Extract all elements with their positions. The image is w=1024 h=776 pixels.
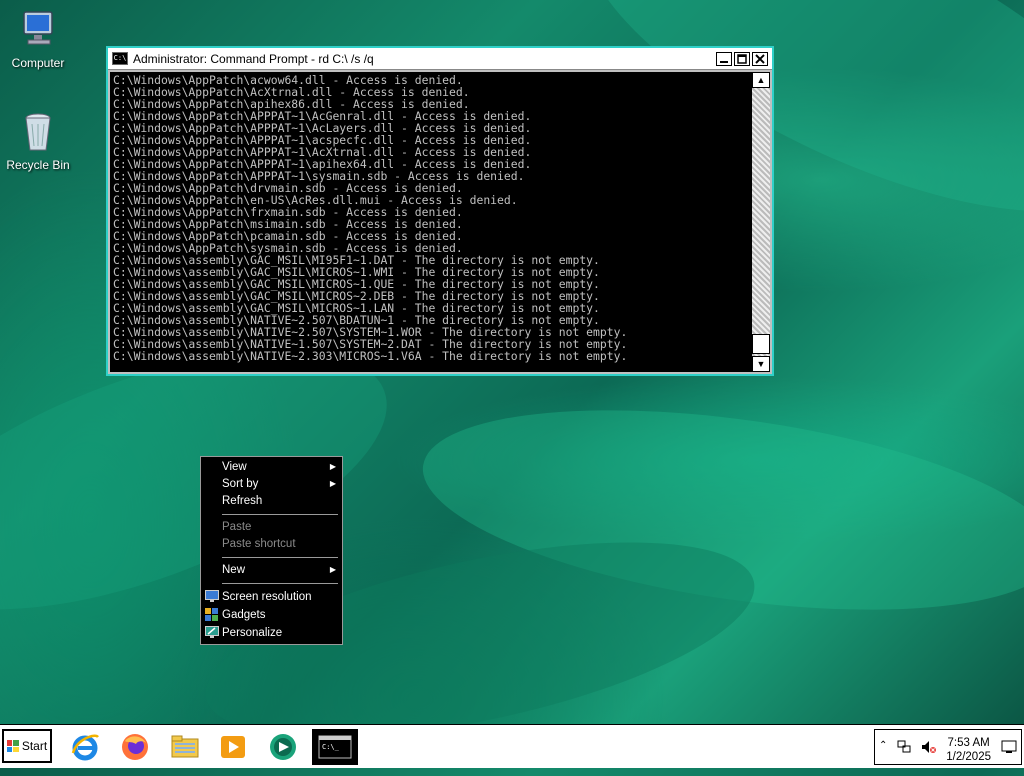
- minimize-button[interactable]: [716, 51, 732, 66]
- desktop-context-menu: View ▶ Sort by ▶ Refresh Paste Paste sho…: [200, 456, 343, 645]
- taskbar-firefox[interactable]: [116, 729, 154, 765]
- media-player-icon: [221, 736, 245, 758]
- menu-item-label: New: [222, 564, 246, 576]
- menu-item-label: Sort by: [222, 478, 259, 490]
- taskbar-command-prompt[interactable]: C:\_: [312, 729, 358, 765]
- show-hidden-icons-chevron-icon[interactable]: ⌃: [879, 740, 887, 751]
- window-title: Administrator: Command Prompt - rd C:\ /…: [133, 51, 374, 66]
- desktop-icon-label: Recycle Bin: [6, 158, 70, 172]
- desktop-icon-label: Computer: [11, 56, 65, 70]
- taskbar-media-player[interactable]: [214, 729, 252, 765]
- system-clock[interactable]: 7:53 AM 1/2/2025: [946, 736, 991, 764]
- taskbar-media-center[interactable]: [264, 729, 302, 765]
- computer-icon: [16, 8, 60, 52]
- desktop-icon-recycle-bin[interactable]: Recycle Bin: [0, 110, 78, 172]
- menu-item-label: Gadgets: [222, 609, 266, 621]
- windows-logo-icon: [6, 740, 19, 752]
- menu-item-refresh[interactable]: Refresh: [201, 492, 342, 510]
- clock-date: 1/2/2025: [946, 751, 991, 763]
- cmd-icon: C:\: [112, 52, 128, 65]
- menu-item-label: Refresh: [222, 495, 263, 507]
- menu-item-label: View: [222, 461, 247, 473]
- menu-item-label: Paste: [222, 521, 252, 533]
- gadgets-icon: [205, 608, 219, 621]
- console-output[interactable]: C:\Windows\AppPatch\acwow64.dll - Access…: [110, 72, 754, 372]
- menu-item-paste[interactable]: Paste: [201, 518, 342, 536]
- media-center-icon: [270, 734, 296, 760]
- arrow-down-icon: ▼: [756, 359, 766, 369]
- network-icon[interactable]: [897, 740, 911, 757]
- console-line: C:\Windows\assembly\NATIVE~2.303\MICROS~…: [113, 349, 628, 363]
- submenu-arrow-icon: ▶: [329, 479, 336, 488]
- menu-item-paste-shortcut[interactable]: Paste shortcut: [201, 535, 342, 553]
- notification-area: ⌃ 7:53 AM 1/2/2025: [874, 729, 1022, 765]
- command-prompt-icon: C:\_: [318, 735, 352, 759]
- internet-explorer-icon: [71, 734, 99, 761]
- menu-item-new[interactable]: New ▶: [201, 561, 342, 579]
- maximize-button[interactable]: [734, 51, 750, 66]
- command-prompt-window[interactable]: C:\ Administrator: Command Prompt - rd C…: [106, 46, 774, 376]
- firefox-icon: [122, 734, 148, 760]
- submenu-arrow-icon: ▶: [329, 565, 336, 574]
- taskbar: Start C:\_ ⌃ 7:53 AM 1/2/2025: [0, 724, 1024, 768]
- minimize-icon: [720, 60, 728, 63]
- arrow-up-icon: ▲: [756, 75, 766, 85]
- recycle-bin-icon: [16, 110, 60, 154]
- menu-item-view[interactable]: View ▶: [201, 458, 342, 476]
- close-button[interactable]: [752, 51, 768, 66]
- menu-separator: [222, 514, 338, 515]
- scroll-thumb[interactable]: [752, 334, 770, 354]
- menu-item-screen-resolution[interactable]: Screen resolution: [201, 588, 342, 606]
- menu-item-label: Paste shortcut: [222, 538, 296, 550]
- clock-time: 7:53 AM: [947, 737, 990, 749]
- start-label: Start: [21, 739, 48, 753]
- window-titlebar[interactable]: C:\ Administrator: Command Prompt - rd C…: [108, 48, 772, 70]
- menu-item-personalize[interactable]: Personalize: [201, 624, 342, 642]
- taskbar-file-explorer[interactable]: [166, 729, 204, 765]
- menu-separator: [222, 557, 338, 558]
- screen-resolution-icon: [205, 590, 219, 603]
- taskbar-internet-explorer[interactable]: [66, 729, 104, 765]
- show-desktop-icon[interactable]: [1001, 740, 1017, 757]
- close-icon: [755, 53, 765, 64]
- svg-text:C:\_: C:\_: [322, 743, 340, 751]
- desktop-icon-computer[interactable]: Computer: [0, 8, 78, 70]
- maximize-icon: [737, 53, 747, 64]
- menu-item-gadgets[interactable]: Gadgets: [201, 606, 342, 624]
- start-button[interactable]: Start: [2, 729, 52, 763]
- scroll-down-button[interactable]: ▼: [752, 356, 770, 372]
- volume-muted-icon[interactable]: [921, 740, 937, 757]
- vertical-scrollbar[interactable]: ▲ ▼: [752, 72, 770, 372]
- file-explorer-icon: [171, 735, 199, 758]
- menu-item-label: Personalize: [222, 627, 283, 639]
- menu-item-label: Screen resolution: [222, 591, 312, 603]
- menu-separator: [222, 583, 338, 584]
- submenu-arrow-icon: ▶: [329, 462, 336, 471]
- menu-item-sort-by[interactable]: Sort by ▶: [201, 475, 342, 493]
- personalize-icon: [205, 626, 219, 639]
- scroll-up-button[interactable]: ▲: [752, 72, 770, 88]
